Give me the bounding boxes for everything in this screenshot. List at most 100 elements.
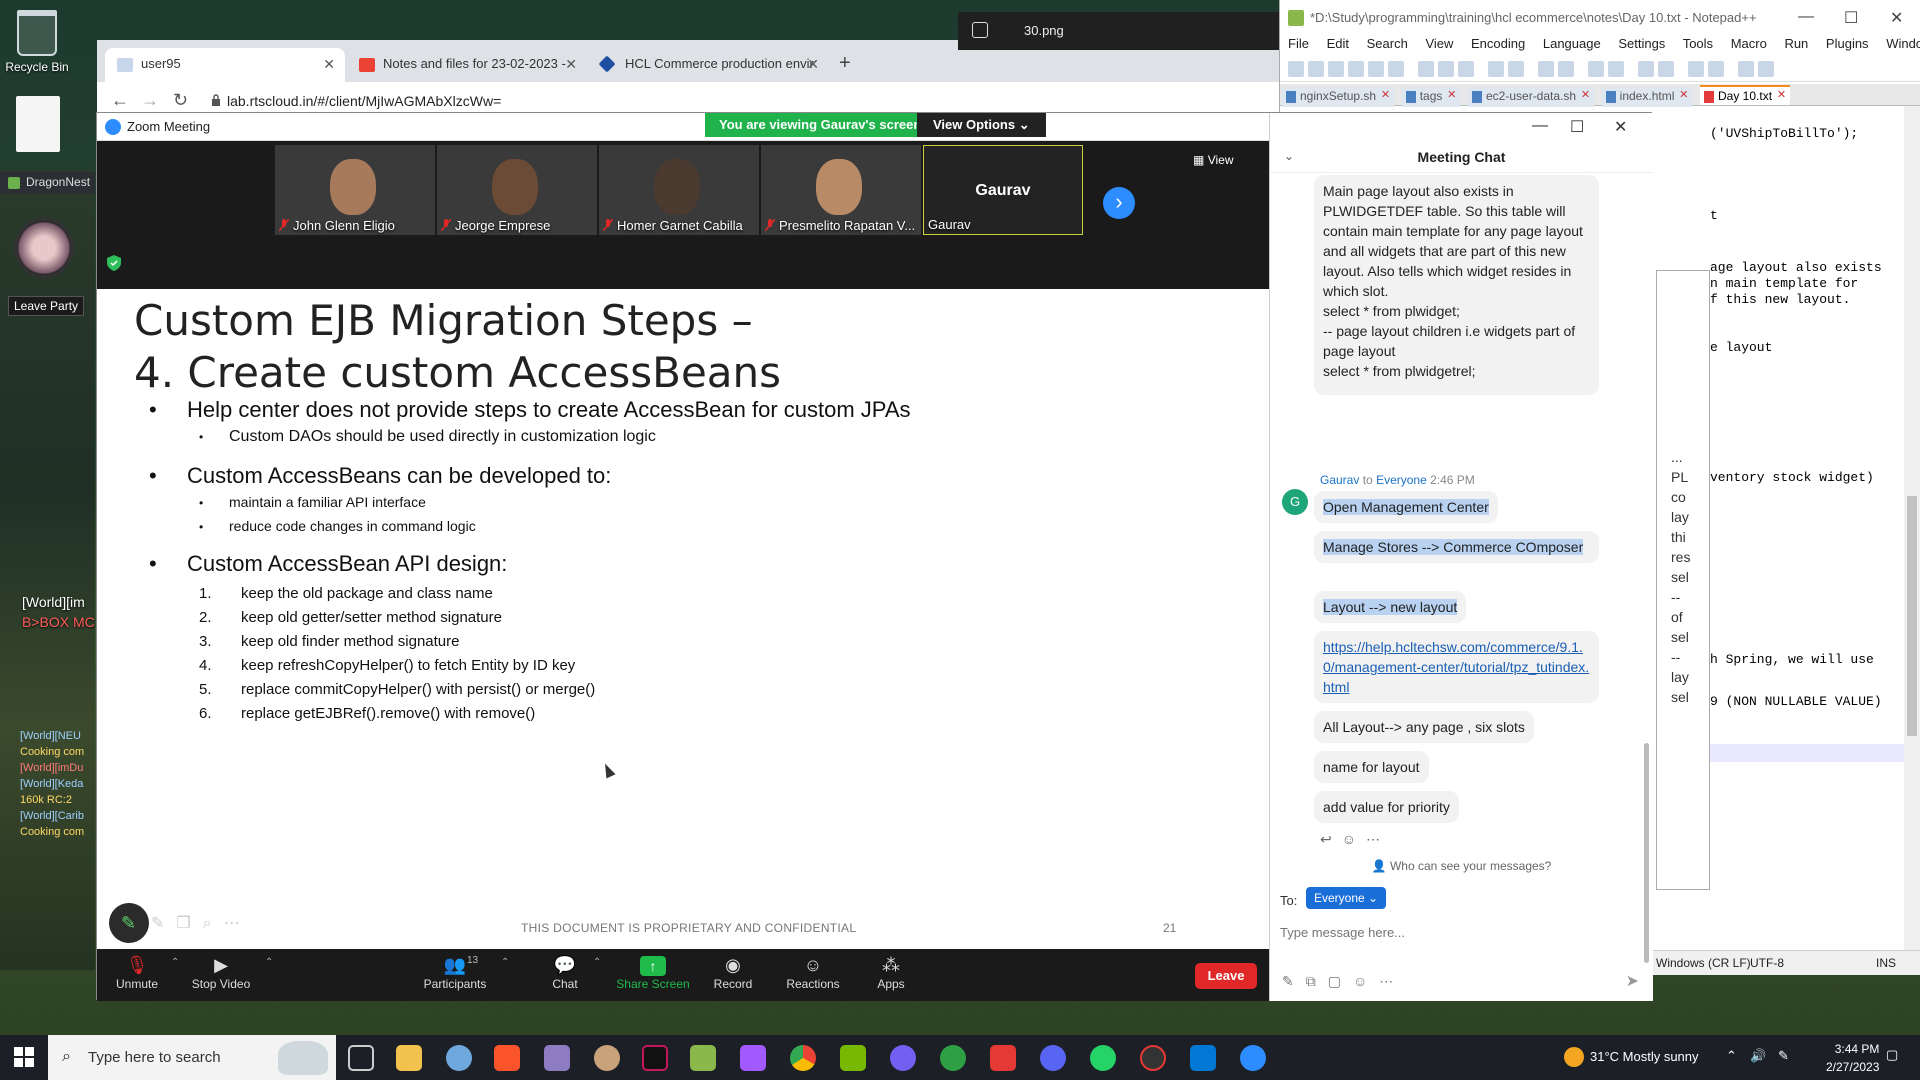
minimize-icon[interactable]: —: [1532, 117, 1548, 135]
participants-button[interactable]: 👥 13 Participants: [415, 953, 495, 991]
more-icon[interactable]: ⋯: [1379, 973, 1405, 989]
close-icon[interactable]: ✕: [1581, 88, 1590, 101]
chat-message-input[interactable]: [1280, 925, 1640, 940]
chat-app-icon[interactable]: [594, 1045, 620, 1071]
close-icon[interactable]: ✕: [565, 56, 577, 73]
notepad-tab[interactable]: ec2-user-data.sh ✕: [1468, 87, 1595, 107]
emoji-icon[interactable]: ☺: [1353, 973, 1379, 989]
indent-guide-icon[interactable]: [1708, 61, 1724, 77]
participant-tile[interactable]: Presmelito Rapatan V...: [761, 145, 921, 235]
close-icon[interactable]: ✕: [1381, 88, 1390, 101]
reload-icon[interactable]: ↻: [173, 90, 188, 111]
close-icon[interactable]: ✕: [807, 56, 819, 73]
recipient-dropdown[interactable]: Everyone ⌄: [1306, 887, 1387, 909]
find-icon[interactable]: [1538, 61, 1554, 77]
format-icon[interactable]: ✎: [1282, 973, 1306, 989]
macro-play-icon[interactable]: [1758, 61, 1774, 77]
whatsapp-icon[interactable]: [1090, 1045, 1116, 1071]
close-icon[interactable]: ✕: [323, 56, 335, 73]
forward-icon[interactable]: →: [141, 90, 159, 111]
who-can-see-link[interactable]: 👤 Who can see your messages?: [1270, 859, 1653, 873]
copy-tool-icon[interactable]: ❐: [176, 915, 202, 932]
menu-search[interactable]: Search: [1367, 36, 1408, 51]
chat-message[interactable]: Manage Stores --> Commerce COmposer: [1314, 531, 1599, 563]
figma-icon[interactable]: [740, 1045, 766, 1071]
discord-icon[interactable]: [1040, 1045, 1066, 1071]
chat-message[interactable]: add value for priority: [1314, 791, 1459, 823]
print-icon[interactable]: [1388, 61, 1404, 77]
chevron-up-icon[interactable]: ⌃: [501, 957, 509, 968]
participant-tile-active[interactable]: Gaurav Gaurav: [923, 145, 1083, 235]
more-icon[interactable]: ⋯: [1366, 831, 1390, 847]
close-icon[interactable]: ✕: [1447, 88, 1456, 101]
taskbar-clock[interactable]: 3:44 PM 2/27/2023: [1826, 1040, 1879, 1076]
browser-tab[interactable]: user95 ✕: [105, 48, 345, 82]
close-icon[interactable]: ✕: [1777, 88, 1786, 101]
valorant-icon[interactable]: [990, 1045, 1016, 1071]
macro-record-icon[interactable]: [1738, 61, 1754, 77]
menu-run[interactable]: Run: [1784, 36, 1808, 51]
close-icon[interactable]: ✕: [1679, 88, 1688, 101]
reply-icon[interactable]: ↩: [1320, 831, 1342, 847]
taskbar-search[interactable]: ⌕ Type here to search: [48, 1035, 336, 1080]
participant-tile[interactable]: John Glenn Eligio: [275, 145, 435, 235]
edge-icon[interactable]: [940, 1045, 966, 1071]
chevron-up-icon[interactable]: ⌃: [593, 957, 601, 968]
chat-message[interactable]: All Layout--> any page , six slots: [1314, 711, 1534, 743]
show-all-icon[interactable]: [1688, 61, 1704, 77]
notification-icon[interactable]: ▢: [1886, 1047, 1898, 1063]
view-button[interactable]: ▦ View: [1193, 153, 1233, 167]
view-options-button[interactable]: View Options ⌄: [917, 113, 1046, 137]
chat-message[interactable]: name for layout: [1314, 751, 1429, 783]
notepad-tab[interactable]: index.html ✕: [1601, 87, 1693, 107]
open-file-icon[interactable]: [1308, 61, 1324, 77]
remote-desktop-icon[interactable]: [1190, 1045, 1216, 1071]
new-file-icon[interactable]: [1288, 61, 1304, 77]
url-text[interactable]: lab.rtscloud.in/#/client/MjIwAGMAbXlzcWw…: [227, 93, 501, 109]
chat-message[interactable]: https://help.hcltechsw.com/commerce/9.1.…: [1314, 631, 1599, 703]
menu-edit[interactable]: Edit: [1327, 36, 1349, 51]
next-page-button[interactable]: ›: [1103, 187, 1135, 219]
chat-message[interactable]: Layout --> new layout: [1314, 591, 1467, 623]
participant-tile[interactable]: Jeorge Emprese: [437, 145, 597, 235]
chevron-up-icon[interactable]: ⌃: [265, 957, 273, 968]
menu-language[interactable]: Language: [1543, 36, 1601, 51]
leave-button[interactable]: Leave: [1195, 963, 1257, 989]
notepad-plus-plus-icon[interactable]: [690, 1045, 716, 1071]
maximize-icon[interactable]: ☐: [1570, 117, 1584, 137]
word-wrap-icon[interactable]: [1658, 61, 1674, 77]
chrome-icon[interactable]: [790, 1045, 816, 1071]
sync-scroll-icon[interactable]: [1638, 61, 1654, 77]
share-screen-button[interactable]: ↑ Share Screen: [613, 953, 693, 991]
screenshot-icon[interactable]: ⧉: [1306, 973, 1328, 989]
menu-settings[interactable]: Settings: [1618, 36, 1665, 51]
stop-video-button[interactable]: ▶ Stop Video: [181, 953, 261, 991]
zoom-tool-icon[interactable]: ⌕: [203, 915, 224, 932]
file-explorer-icon[interactable]: [396, 1045, 422, 1071]
vertical-scrollbar[interactable]: [1904, 106, 1920, 950]
close-icon[interactable]: ✕: [1890, 8, 1903, 28]
menu-tools[interactable]: Tools: [1683, 36, 1713, 51]
file-icon[interactable]: ▢: [1328, 973, 1353, 989]
game-launcher-icon[interactable]: [446, 1045, 472, 1071]
close-icon[interactable]: ✕: [1614, 117, 1627, 137]
game-tab[interactable]: DragonNest: [0, 172, 95, 194]
chevron-up-icon[interactable]: ⌃: [1726, 1048, 1737, 1064]
redo-icon[interactable]: [1508, 61, 1524, 77]
menu-view[interactable]: View: [1425, 36, 1453, 51]
chat-link[interactable]: https://help.hcltechsw.com/commerce/9.1.…: [1323, 639, 1589, 695]
chat-scrollbar[interactable]: [1644, 743, 1649, 963]
chat-message[interactable]: Main page layout also exists in PLWIDGET…: [1314, 175, 1599, 395]
save-all-icon[interactable]: [1348, 61, 1364, 77]
record-button[interactable]: ◉ Record: [693, 953, 773, 991]
new-tab-icon[interactable]: +: [839, 52, 851, 75]
viber-icon[interactable]: [890, 1045, 916, 1071]
menu-macro[interactable]: Macro: [1731, 36, 1767, 51]
obs-icon[interactable]: [1140, 1045, 1166, 1071]
send-icon[interactable]: ➤: [1626, 971, 1639, 991]
save-icon[interactable]: [1328, 61, 1344, 77]
task-view-icon[interactable]: [348, 1045, 374, 1071]
participant-tile[interactable]: Homer Garnet Cabilla: [599, 145, 759, 235]
replace-icon[interactable]: [1558, 61, 1574, 77]
windows-start-icon[interactable]: [14, 1047, 34, 1067]
